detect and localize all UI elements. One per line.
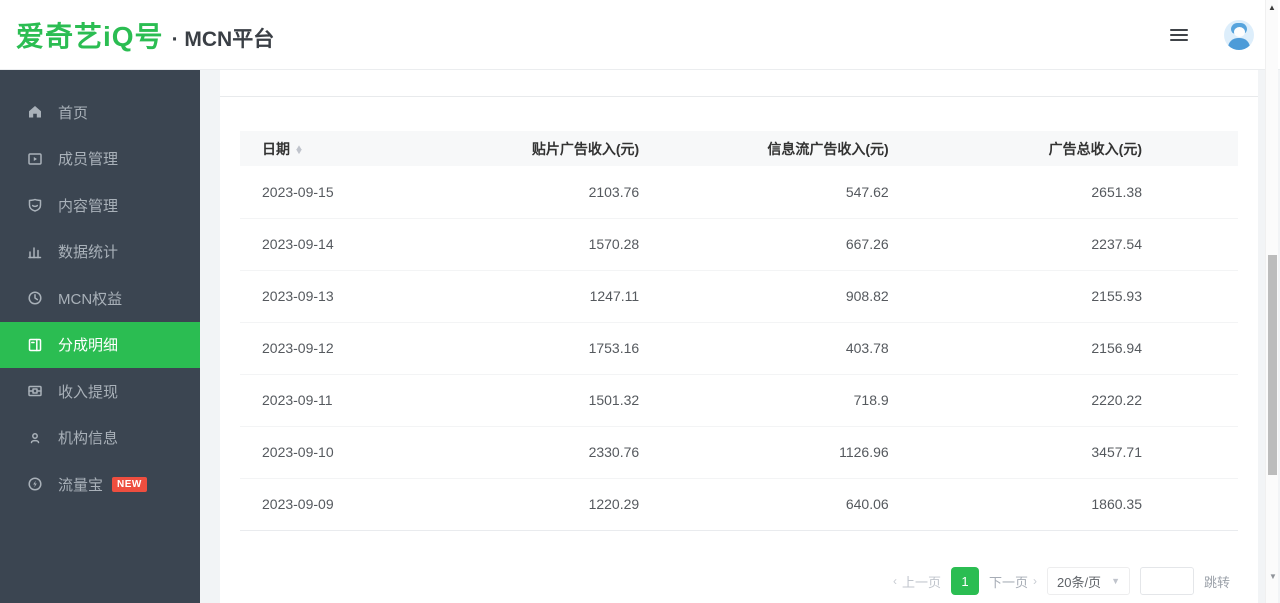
- cell-revenue: 640.06: [639, 478, 889, 530]
- sidebar-item-traffic[interactable]: 流量宝 NEW: [0, 461, 200, 508]
- hamburger-menu-icon[interactable]: [1170, 29, 1188, 42]
- logo-subtitle: · MCN平台: [172, 23, 275, 53]
- pagination: ‹ 上一页 1 下一页 › 20条/页 ▼ 跳转: [893, 567, 1230, 595]
- shield-face-icon: [26, 197, 43, 214]
- cell-revenue: 667.26: [639, 218, 889, 270]
- topbar-actions: [1170, 0, 1254, 70]
- sidebar-item-withdraw[interactable]: 收入提现: [0, 368, 200, 415]
- table-row: 2023-09-091220.29640.061860.35: [240, 478, 1238, 530]
- sidebar-item-stats[interactable]: 数据统计: [0, 229, 200, 276]
- sort-icon[interactable]: ▲▼: [295, 146, 303, 154]
- sidebar-item-mcn-rights[interactable]: MCN权益: [0, 275, 200, 322]
- cell-revenue: 1247.11: [420, 270, 640, 322]
- banknote-icon: [26, 383, 43, 400]
- prev-page-button[interactable]: ‹ 上一页: [893, 572, 941, 591]
- sidebar-item-home[interactable]: 首页: [0, 89, 200, 136]
- column-header-total: 广告总收入(元): [889, 131, 1238, 166]
- logo-text: 爱奇艺iQ号: [16, 15, 164, 55]
- cell-revenue: 1501.32: [420, 374, 640, 426]
- cell-revenue: 2237.54: [889, 218, 1238, 270]
- sidebar-item-label: 数据统计: [58, 241, 118, 262]
- sidebar-item-label: 机构信息: [58, 427, 118, 448]
- cell-date: 2023-09-15: [240, 166, 420, 218]
- cell-revenue: 1220.29: [420, 478, 640, 530]
- cell-revenue: 1570.28: [420, 218, 640, 270]
- jump-button[interactable]: 跳转: [1204, 572, 1230, 591]
- table-row: 2023-09-111501.32718.92220.22: [240, 374, 1238, 426]
- cell-revenue: 1860.35: [889, 478, 1238, 530]
- cell-revenue: 2103.76: [420, 166, 640, 218]
- column-header-date[interactable]: 日期▲▼: [240, 131, 420, 166]
- monitor-play-icon: [26, 150, 43, 167]
- scrollbar-down-arrow-icon[interactable]: ▼: [1269, 572, 1277, 581]
- sidebar-item-content[interactable]: 内容管理: [0, 182, 200, 229]
- table-header-row: 日期▲▼ 贴片广告收入(元) 信息流广告收入(元) 广告总收入(元): [240, 131, 1238, 166]
- next-page-button[interactable]: 下一页 ›: [989, 572, 1037, 591]
- main-content: 日期▲▼ 贴片广告收入(元) 信息流广告收入(元) 广告总收入(元) 2023-…: [200, 70, 1280, 603]
- cell-date: 2023-09-10: [240, 426, 420, 478]
- cell-date: 2023-09-13: [240, 270, 420, 322]
- column-header-preroll: 贴片广告收入(元): [420, 131, 640, 166]
- lightning-circle-icon: [26, 476, 43, 493]
- cell-revenue: 2220.22: [889, 374, 1238, 426]
- cell-revenue: 3457.71: [889, 426, 1238, 478]
- card-top-divider: [220, 70, 1258, 97]
- top-header: 爱奇艺iQ号 · MCN平台: [0, 0, 1280, 70]
- table-row: 2023-09-102330.761126.963457.71: [240, 426, 1238, 478]
- sidebar-item-label: MCN权益: [58, 288, 122, 309]
- cell-revenue: 403.78: [639, 322, 889, 374]
- sidebar: 首页 成员管理 内容管理 数据统计 MCN权益 分成明细 收入提: [0, 70, 200, 603]
- sidebar-item-label: 内容管理: [58, 195, 118, 216]
- cell-revenue: 547.62: [639, 166, 889, 218]
- cell-date: 2023-09-14: [240, 218, 420, 270]
- column-header-feed: 信息流广告收入(元): [639, 131, 889, 166]
- revenue-table: 日期▲▼ 贴片广告收入(元) 信息流广告收入(元) 广告总收入(元) 2023-…: [240, 131, 1238, 531]
- scrollbar-up-arrow-icon[interactable]: ▲: [1268, 3, 1276, 12]
- chevron-left-icon: ‹: [893, 574, 897, 588]
- cell-revenue: 1126.96: [639, 426, 889, 478]
- chevron-down-icon: ▼: [1111, 576, 1120, 586]
- cell-revenue: 718.9: [639, 374, 889, 426]
- revenue-table-wrap: 日期▲▼ 贴片广告收入(元) 信息流广告收入(元) 广告总收入(元) 2023-…: [240, 131, 1238, 531]
- page-size-select[interactable]: 20条/页 ▼: [1047, 567, 1130, 595]
- sidebar-item-label: 收入提现: [58, 381, 118, 402]
- table-body: 2023-09-152103.76547.622651.382023-09-14…: [240, 166, 1238, 530]
- ledger-book-icon: [26, 336, 43, 353]
- scrollbar-thumb[interactable]: [1268, 255, 1277, 475]
- sidebar-item-label: 成员管理: [58, 148, 118, 169]
- sidebar-item-org-info[interactable]: 机构信息: [0, 415, 200, 462]
- cell-revenue: 2330.76: [420, 426, 640, 478]
- app-logo[interactable]: 爱奇艺iQ号 · MCN平台: [16, 15, 274, 55]
- cell-date: 2023-09-12: [240, 322, 420, 374]
- table-row: 2023-09-141570.28667.262237.54: [240, 218, 1238, 270]
- user-avatar[interactable]: [1224, 20, 1254, 50]
- cell-revenue: 2651.38: [889, 166, 1238, 218]
- content-card: 日期▲▼ 贴片广告收入(元) 信息流广告收入(元) 广告总收入(元) 2023-…: [220, 70, 1258, 603]
- table-row: 2023-09-131247.11908.822155.93: [240, 270, 1238, 322]
- new-badge: NEW: [112, 477, 147, 492]
- cell-revenue: 2155.93: [889, 270, 1238, 322]
- cell-date: 2023-09-09: [240, 478, 420, 530]
- cell-revenue: 1753.16: [420, 322, 640, 374]
- vertical-scrollbar: ▲ ▼: [1265, 0, 1278, 603]
- cell-date: 2023-09-11: [240, 374, 420, 426]
- home-icon: [26, 104, 43, 121]
- cell-revenue: 908.82: [639, 270, 889, 322]
- table-row: 2023-09-121753.16403.782156.94: [240, 322, 1238, 374]
- table-row: 2023-09-152103.76547.622651.38: [240, 166, 1238, 218]
- cell-revenue: 2156.94: [889, 322, 1238, 374]
- bar-chart-icon: [26, 243, 43, 260]
- sidebar-item-revenue-share[interactable]: 分成明细: [0, 322, 200, 369]
- jump-page-input[interactable]: [1140, 567, 1194, 595]
- page-number-button[interactable]: 1: [951, 567, 979, 595]
- sidebar-item-members[interactable]: 成员管理: [0, 136, 200, 183]
- sidebar-item-label: 首页: [58, 102, 88, 123]
- clock-icon: [26, 290, 43, 307]
- person-icon: [26, 429, 43, 446]
- sidebar-item-label: 流量宝: [58, 474, 103, 495]
- chevron-right-icon: ›: [1033, 574, 1037, 588]
- sidebar-item-label: 分成明细: [58, 334, 118, 355]
